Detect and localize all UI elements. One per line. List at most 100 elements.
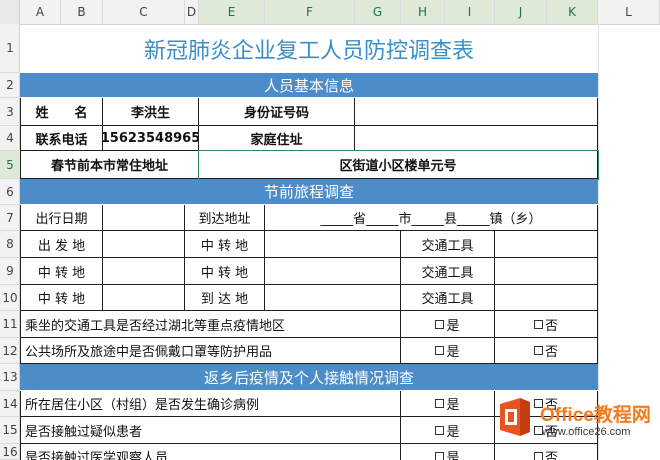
transport-label[interactable]: 交通工具 [401,231,495,258]
column-header-j[interactable]: J [495,0,547,24]
office-logo-icon [500,398,530,436]
transit-value[interactable] [265,258,401,285]
yes-label: 是 [446,451,460,460]
arrive-place-label[interactable]: 到 达 地 [185,285,265,311]
transit-value[interactable] [103,258,185,285]
row-header-14[interactable]: 14 [0,391,20,417]
row-11: 乘坐的交通工具是否经过湖北等重点疫情地区 是 否 [20,311,598,338]
row-header-15[interactable]: 15 [0,417,20,444]
transit-label[interactable]: 中 转 地 [20,285,103,311]
yes-label: 是 [446,345,460,360]
row-12: 公共场所及旅途中是否佩戴口罩等防护用品 是 否 [20,338,598,364]
transport-value[interactable] [495,285,598,311]
column-header-i[interactable]: I [445,0,495,24]
transit-label[interactable]: 中 转 地 [20,258,103,285]
row-header-bar: 1 2 3 4 5 6 7 8 9 10 11 12 13 14 15 16 [0,24,20,460]
column-header-e[interactable]: E [199,0,265,24]
checkbox-icon[interactable] [435,425,445,435]
section-travel[interactable]: 节前旅程调查 [20,179,598,205]
row-header-8[interactable]: 8 [0,231,20,258]
row-6: 节前旅程调查 [20,179,598,205]
column-header-d[interactable]: D [185,0,199,24]
depart-place-value[interactable] [103,231,185,258]
question-contact[interactable]: 是否接触过疑似患者 [20,417,401,444]
arrive-place-value[interactable] [265,285,401,311]
depart-date-value[interactable] [103,205,185,231]
home-address-label[interactable]: 春节前本市常住地址 [20,151,199,179]
column-header-bar: A B C D E F G H I J K L [0,0,660,25]
arrive-address-label[interactable]: 到达地址 [185,205,265,231]
row-header-16[interactable]: 16 [0,444,20,460]
no-label: 否 [544,318,558,334]
transit-value[interactable] [103,285,185,311]
checkbox-icon[interactable] [435,346,445,355]
name-label[interactable]: 姓 名 [20,98,103,126]
row-header-4[interactable]: 4 [0,126,20,151]
answer-no[interactable]: 否 [495,311,598,338]
answer-no[interactable]: 否 [495,338,598,364]
column-header-b[interactable]: B [61,0,103,24]
row-8: 出 发 地 中 转 地 交通工具 [20,231,598,258]
yes-label: 是 [446,424,460,440]
watermark-name: Office教程网 [540,405,651,426]
question-observed[interactable]: 是否接触过医学观察人员 [20,444,401,460]
row-header-10[interactable]: 10 [0,285,20,311]
row-header-6[interactable]: 6 [0,179,20,205]
no-label: 否 [544,345,558,360]
select-all-corner[interactable] [0,0,20,24]
row-3: 姓 名 李洪生 身份证号码 [20,98,598,126]
row-header-7[interactable]: 7 [0,205,20,231]
id-label[interactable]: 身份证号码 [199,98,355,126]
home-address-value[interactable]: 区街道小区楼单元号 [198,150,599,180]
yes-label: 是 [446,318,460,334]
column-header-g[interactable]: G [355,0,401,24]
row-header-1[interactable]: 1 [0,24,20,73]
row-4: 联系电话 15623548965 家庭住址 [20,126,598,151]
row-header-12[interactable]: 12 [0,338,20,364]
id-value[interactable] [355,98,598,126]
row-header-3[interactable]: 3 [0,98,20,126]
arrive-address-value[interactable]: _____省_____市_____县_____镇（乡） [265,205,598,231]
transport-label[interactable]: 交通工具 [401,258,495,285]
question-mask[interactable]: 公共场所及旅途中是否佩戴口罩等防护用品 [20,338,401,364]
row-9: 中 转 地 中 转 地 交通工具 [20,258,598,285]
column-header-c[interactable]: C [103,0,185,24]
question-community[interactable]: 所在居住小区（村组）是否发生确诊病例 [20,391,401,417]
checkbox-icon[interactable] [435,319,445,329]
phone-label[interactable]: 联系电话 [20,126,103,151]
answer-yes[interactable]: 是 [401,338,495,364]
checkbox-icon[interactable] [435,399,445,408]
column-header-k[interactable]: K [547,0,598,24]
transport-value[interactable] [495,258,598,285]
column-header-a[interactable]: A [20,0,61,24]
answer-yes[interactable]: 是 [401,311,495,338]
checkbox-icon[interactable] [533,346,543,355]
row-header-5[interactable]: 5 [0,151,20,179]
address-label[interactable]: 家庭住址 [199,126,355,151]
transit-label[interactable]: 中 转 地 [185,231,265,258]
question-hubei[interactable]: 乘坐的交通工具是否经过湖北等重点疫情地区 [20,311,401,338]
name-value[interactable]: 李洪生 [103,98,199,126]
transit-value[interactable] [265,231,401,258]
row-2: 人员基本信息 [20,73,598,98]
checkbox-icon[interactable] [533,319,543,329]
row-header-2[interactable]: 2 [0,73,20,98]
section-basic-info[interactable]: 人员基本信息 [20,73,598,98]
row-header-11[interactable]: 11 [0,311,20,338]
form-title[interactable]: 新冠肺炎企业复工人员防控调查表 [20,24,598,73]
depart-place-label[interactable]: 出 发 地 [20,231,103,258]
phone-value[interactable]: 15623548965 [103,126,199,151]
depart-date-label[interactable]: 出行日期 [20,205,103,231]
column-header-l[interactable]: L [598,0,660,24]
row-1: 新冠肺炎企业复工人员防控调查表 [20,24,598,73]
row-header-13[interactable]: 13 [0,364,20,391]
column-header-h[interactable]: H [401,0,445,24]
column-header-f[interactable]: F [265,0,355,24]
address-value[interactable] [355,126,598,151]
transport-label[interactable]: 交通工具 [401,285,495,311]
row-header-9[interactable]: 9 [0,258,20,285]
watermark: Office教程网 www.office26.com [480,386,660,460]
transport-value[interactable] [495,231,598,258]
checkbox-icon[interactable] [435,452,445,460]
transit-label[interactable]: 中 转 地 [185,258,265,285]
